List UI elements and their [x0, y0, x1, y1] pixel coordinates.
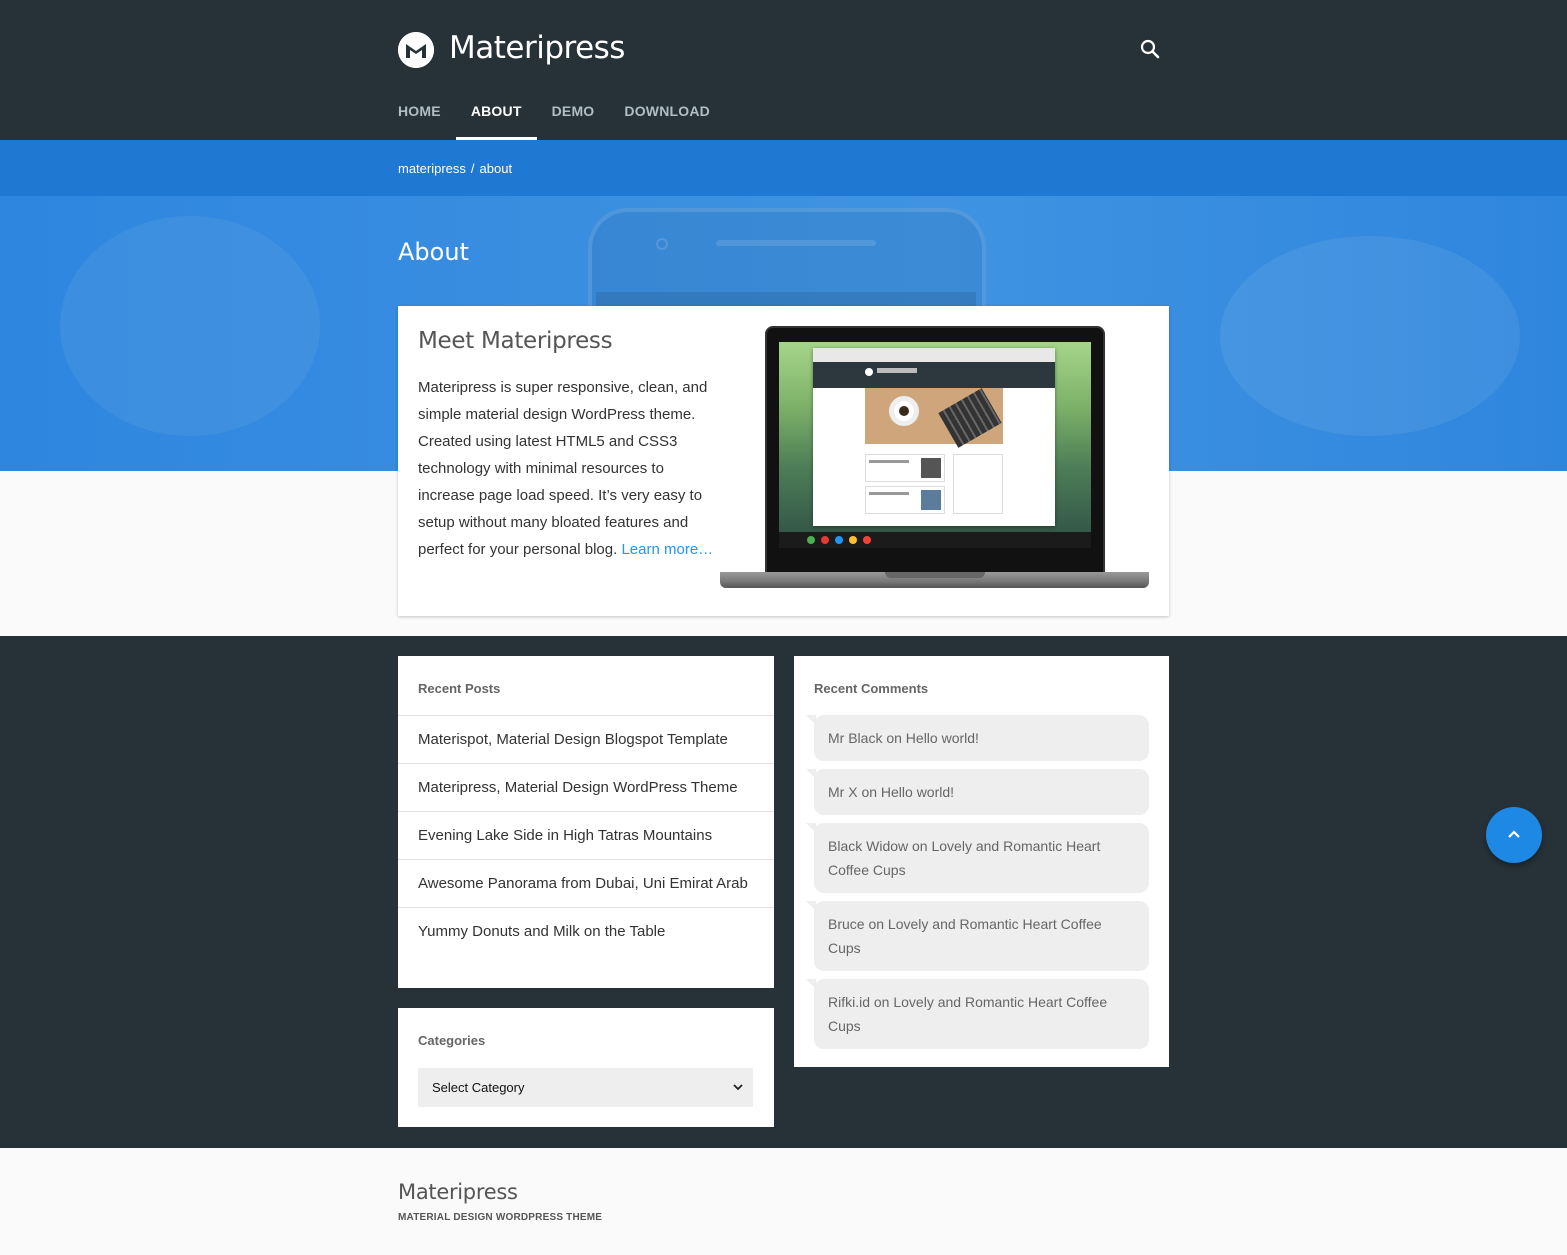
page-title: About	[398, 238, 469, 266]
recent-posts-list: Materispot, Material Design Blogspot Tem…	[398, 715, 774, 955]
comment-item[interactable]: Mr X on Hello world!	[806, 769, 1149, 815]
learn-more-link[interactable]: Learn more…	[621, 541, 713, 558]
hero-phone-speaker	[716, 240, 876, 246]
browser-window-illustration	[813, 348, 1055, 526]
recent-post-item[interactable]: Materispot, Material Design Blogspot Tem…	[398, 715, 774, 763]
site-title[interactable]: Materipress	[449, 30, 625, 66]
chevron-down-icon	[733, 1084, 743, 1091]
hero-decoration	[1220, 236, 1520, 436]
chevron-up-icon	[1508, 830, 1520, 838]
categories-widget: Categories Select Category	[398, 1008, 774, 1127]
os-taskbar	[779, 532, 1091, 548]
widget-area: Recent Posts Materispot, Material Design…	[0, 636, 1567, 1148]
main-nav: HOME ABOUT DEMO DOWNLOAD	[398, 92, 740, 140]
nav-demo[interactable]: DEMO	[552, 92, 595, 140]
breadcrumb-current: about	[479, 161, 513, 176]
footer-title[interactable]: Materipress	[398, 1180, 518, 1204]
recent-posts-widget: Recent Posts Materispot, Material Design…	[398, 656, 774, 988]
recent-post-item[interactable]: Evening Lake Side in High Tatras Mountai…	[398, 811, 774, 859]
recent-posts-title: Recent Posts	[418, 681, 501, 696]
about-text: Materipress is super responsive, clean, …	[418, 374, 718, 563]
about-body: Materipress is super responsive, clean, …	[418, 379, 708, 558]
laptop-notch	[885, 572, 985, 578]
footer-tagline: MATERIAL DESIGN WORDPRESS THEME	[398, 1212, 603, 1223]
recent-post-item[interactable]: Awesome Panorama from Dubai, Uni Emirat …	[398, 859, 774, 907]
recent-post-item[interactable]: Yummy Donuts and Milk on the Table	[398, 907, 774, 955]
laptop-screen	[779, 342, 1091, 548]
comment-item[interactable]: Mr Black on Hello world!	[806, 715, 1149, 761]
breadcrumb: materipress / about	[398, 161, 512, 176]
categories-title: Categories	[418, 1033, 486, 1048]
breadcrumb-root[interactable]: materipress	[398, 161, 466, 176]
hero-phone-camera	[656, 238, 668, 250]
category-select[interactable]: Select Category	[418, 1068, 753, 1107]
nav-home[interactable]: HOME	[398, 92, 441, 140]
nav-about[interactable]: ABOUT	[455, 92, 537, 140]
recent-comments-widget: Recent Comments Mr Black on Hello world!…	[794, 656, 1169, 1067]
comment-item[interactable]: Black Widow on Lovely and Romantic Heart…	[806, 823, 1149, 893]
nav-download[interactable]: DOWNLOAD	[624, 92, 710, 140]
comment-item[interactable]: Rifki.id on Lovely and Romantic Heart Co…	[806, 979, 1149, 1049]
category-select-value: Select Category	[432, 1080, 525, 1095]
about-card: Meet Materipress Materipress is super re…	[398, 306, 1169, 616]
comment-item[interactable]: Bruce on Lovely and Romantic Heart Coffe…	[806, 901, 1149, 971]
browser-hero-image	[865, 388, 1003, 448]
materipress-logo-icon[interactable]	[398, 32, 434, 68]
about-heading: Meet Materipress	[418, 328, 613, 354]
recent-post-item[interactable]: Materipress, Material Design WordPress T…	[398, 763, 774, 811]
recent-comments-title: Recent Comments	[814, 681, 929, 696]
site-header: Materipress HOME ABOUT DEMO DOWNLOAD	[0, 0, 1567, 140]
laptop-lid	[765, 326, 1105, 574]
laptop-illustration	[720, 326, 1149, 592]
breadcrumb-separator: /	[470, 161, 475, 176]
search-icon[interactable]	[1138, 37, 1162, 61]
hero-decoration	[60, 216, 320, 436]
back-to-top-button[interactable]	[1486, 807, 1542, 863]
site-footer: Materipress MATERIAL DESIGN WORDPRESS TH…	[0, 1148, 1567, 1255]
breadcrumb-bar: materipress / about	[0, 140, 1567, 196]
